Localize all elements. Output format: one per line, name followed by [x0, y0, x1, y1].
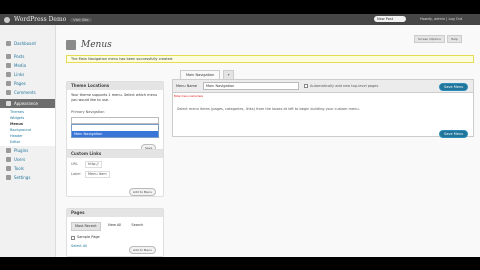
admin-bar: WordPress Demo Visit Site New Post Howdy… [0, 14, 480, 25]
comments-icon [6, 90, 11, 95]
sidebar-item-plugins[interactable]: Plugins [0, 146, 55, 155]
appearance-submenu: Themes Widgets Menus Background Header E… [0, 108, 55, 146]
url-label: URL [71, 162, 78, 166]
help-button[interactable]: Help [446, 35, 462, 43]
menu-management: Select menu items (pages, categories, li… [172, 93, 474, 138]
sidebar-item-label: Dashboard [14, 41, 36, 46]
location-select[interactable] [71, 117, 159, 124]
menu-name-label: Menu Name [176, 84, 198, 88]
sidebar-item-users[interactable]: Users [0, 155, 55, 164]
appearance-icon [66, 40, 76, 50]
pages-box: Pages Most Recent View All Search Sample… [66, 208, 164, 257]
add-pages-button[interactable]: Add to Menu [129, 246, 156, 254]
sidebar-item-settings[interactable]: Settings [0, 173, 55, 182]
tab-most-recent[interactable]: Most Recent [71, 222, 101, 231]
sidebar-item-label: Comments [14, 90, 36, 95]
sidebar-item-label: Tools [14, 166, 24, 171]
menu-name-annotation: Enter menu name here [174, 95, 203, 98]
settings-icon [6, 175, 11, 180]
url-input[interactable]: http:// [85, 161, 102, 168]
tab-view-all[interactable]: View All [105, 222, 125, 231]
dashboard-icon [6, 41, 11, 46]
users-icon [6, 157, 11, 162]
admin-main: Dashboard Posts Media Links Pages Commen… [0, 25, 480, 257]
save-menu-button[interactable]: Save Menu [439, 83, 469, 91]
media-icon [6, 63, 11, 68]
tab-search[interactable]: Search [128, 222, 146, 231]
custom-links-box: Custom Links URL http:// Label Menu Item… [66, 149, 164, 197]
sidebar-item-label: Plugins [14, 148, 29, 153]
box-title[interactable]: Theme Locations [67, 82, 163, 90]
dropdown-option-main-navigation[interactable]: Main Navigation [72, 131, 158, 137]
pages-icon [6, 81, 11, 86]
label-row: Label Menu Item [71, 171, 159, 178]
site-name[interactable]: WordPress Demo [14, 16, 66, 23]
menu-editor: Main Navigation + Menu Name Main Navigat… [172, 69, 474, 138]
sidebar-item-appearance[interactable]: Appearance [0, 99, 55, 108]
sidebar-item-label: Links [14, 72, 25, 77]
favorite-actions-dropdown[interactable]: New Post [374, 16, 406, 22]
url-row: URL http:// [71, 161, 159, 168]
location-label: Primary Navigation [71, 110, 105, 114]
auto-add-label: Automatically add new top-level pages [310, 84, 379, 88]
sidebar-item-label: Settings [14, 175, 31, 180]
wordpress-logo-icon [4, 16, 10, 23]
appearance-icon [6, 101, 11, 106]
page-title: Menus [81, 40, 112, 50]
sidebar-item-dashboard[interactable]: Dashboard [0, 39, 55, 48]
user-greeting[interactable]: Howdy, admin | Log Out [420, 17, 462, 21]
sidebar-item-posts[interactable]: Posts [0, 52, 55, 61]
theme-locations-box: Theme Locations Your theme supports 1 me… [66, 81, 164, 159]
plugins-icon [6, 148, 11, 153]
sidebar-item-label: Posts [14, 54, 25, 59]
save-menu-button-bottom[interactable]: Save Menu [439, 130, 469, 138]
links-icon [6, 72, 11, 77]
sidebar-item-label: Media [14, 63, 27, 68]
box-description: Your theme supports 1 menu. Select which… [71, 93, 158, 102]
label-input[interactable]: Menu Item [85, 171, 110, 178]
page-item-row: Sample Page [71, 235, 159, 240]
sidebar-item-label: Appearance [14, 101, 39, 106]
posts-icon [6, 54, 11, 59]
menu-name-input[interactable]: Main Navigation [203, 82, 299, 90]
sidebar-item-label: Pages [14, 81, 26, 86]
screen-options-button[interactable]: Screen Options [414, 35, 445, 43]
label-label: Label [71, 172, 81, 176]
menu-tabs: Main Navigation + [172, 69, 474, 79]
page-header: Menus [66, 40, 112, 50]
tools-icon [6, 166, 11, 171]
success-notice: The Main Navigation menu has been succes… [66, 55, 474, 63]
box-title[interactable]: Pages [67, 209, 163, 217]
sidebar-item-comments[interactable]: Comments [0, 88, 55, 97]
auto-add-checkbox[interactable] [304, 84, 308, 88]
sidebar-item-tools[interactable]: Tools [0, 164, 55, 173]
menu-header-bar: Menu Name Main Navigation Automatically … [172, 79, 474, 93]
add-custom-link-button[interactable]: Add to Menu [129, 188, 156, 196]
visit-site-button[interactable]: Visit Site [70, 17, 92, 22]
pages-tabs: Most Recent View All Search [71, 220, 159, 233]
sidebar-item-media[interactable]: Media [0, 61, 55, 70]
header-buttons: Screen Options Help [414, 35, 462, 43]
box-title[interactable]: Custom Links [67, 150, 163, 158]
sidebar-item-label: Users [14, 157, 26, 162]
page-checkbox[interactable] [71, 235, 75, 240]
sidebar-item-links[interactable]: Links [0, 70, 55, 79]
add-menu-tab[interactable]: + [223, 70, 235, 79]
empty-menu-hint: Select menu items (pages, categories, li… [177, 107, 360, 111]
admin-sidebar: Dashboard Posts Media Links Pages Commen… [0, 25, 56, 257]
sidebar-item-pages[interactable]: Pages [0, 79, 55, 88]
tab-main-navigation[interactable]: Main Navigation [180, 70, 221, 79]
page-item-label: Sample Page [77, 235, 100, 239]
location-dropdown[interactable]: Main Navigation [71, 124, 159, 138]
submenu-item-editor[interactable]: Editor [0, 139, 55, 145]
